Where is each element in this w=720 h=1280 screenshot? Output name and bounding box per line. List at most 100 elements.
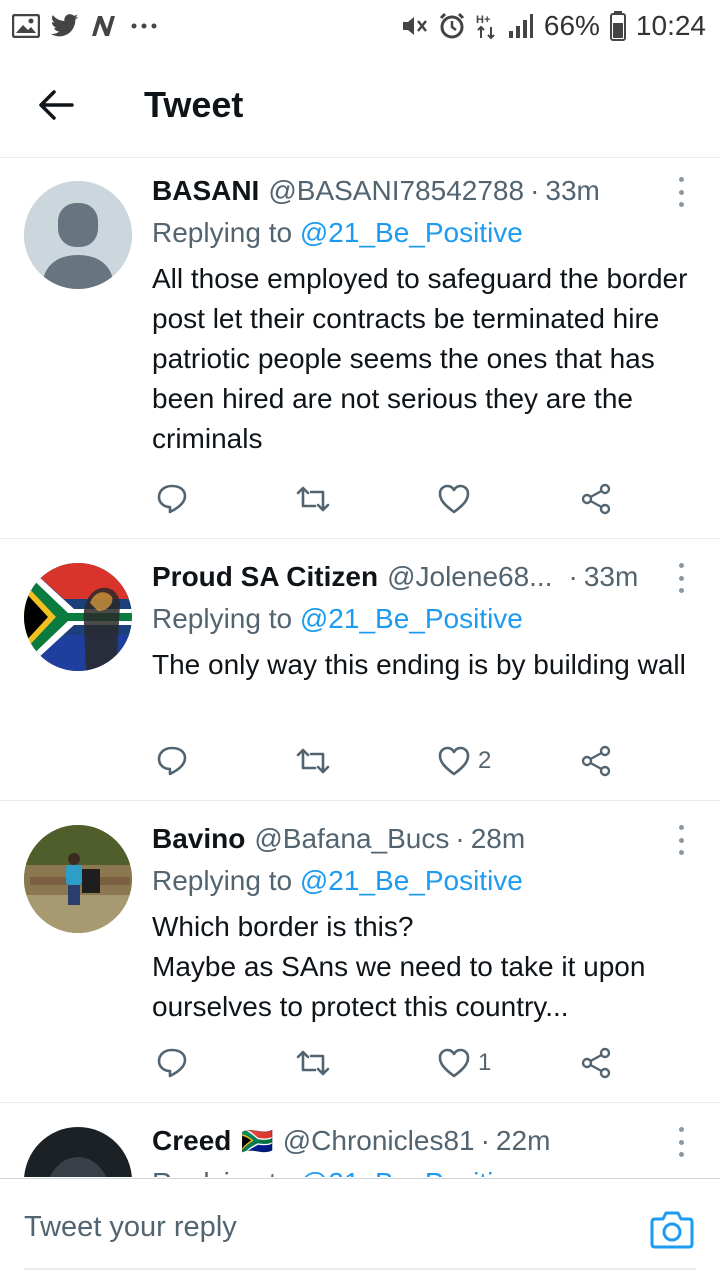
replies-feed[interactable]: BASANI @BASANI78542788 · 33m Replying to…: [0, 159, 720, 1177]
author-name[interactable]: Proud SA Citizen: [152, 561, 378, 593]
like-button[interactable]: [438, 484, 478, 514]
twitter-notification-icon: [50, 14, 80, 38]
share-button[interactable]: [580, 1047, 612, 1079]
reply-tweet[interactable]: Bavino @Bafana_Bucs · 28m Replying to @2…: [0, 801, 720, 1103]
tweet-actions: [152, 479, 622, 519]
like-count: 1: [478, 1049, 492, 1076]
retweet-icon: [296, 748, 330, 774]
timestamp[interactable]: 33m: [584, 561, 638, 593]
replying-to-label: Replying to: [152, 1167, 300, 1177]
retweet-button[interactable]: [296, 746, 330, 776]
top-app-bar: Tweet: [0, 52, 720, 158]
signal-icon: [508, 13, 534, 39]
tweet-actions: 1: [152, 1043, 622, 1083]
reply-tweet[interactable]: Proud SA Citizen @Jolene68... · 33m Repl…: [0, 539, 720, 801]
author-name[interactable]: Bavino: [152, 823, 245, 855]
replying-to: Replying to @21_Be_Positive: [152, 861, 696, 901]
share-icon: [581, 745, 611, 777]
flag-fist-avatar-image: [24, 563, 132, 671]
more-options-button[interactable]: [666, 177, 696, 207]
avatar[interactable]: [24, 825, 132, 933]
flag-emoji: 🇿🇦: [241, 1125, 274, 1156]
timestamp[interactable]: 22m: [496, 1125, 550, 1157]
default-profile-icon: [24, 181, 132, 289]
input-underline: [24, 1268, 696, 1270]
reply-tweet[interactable]: Creed 🇿🇦 @Chronicles81 · 22m Replying to…: [0, 1103, 720, 1177]
author-handle[interactable]: @Chronicles81: [283, 1125, 475, 1157]
clock: 10:24: [635, 10, 706, 41]
heart-icon: [438, 746, 470, 776]
svg-text:H+: H+: [476, 14, 490, 26]
author-handle[interactable]: @Bafana_Bucs: [254, 823, 449, 855]
replying-to-link[interactable]: @21_Be_Positive: [300, 217, 523, 248]
replying-to-label: Replying to: [152, 603, 300, 634]
mobile-data-icon: H+: [476, 12, 498, 40]
person-photo-avatar-image: [24, 825, 132, 933]
news-notification-icon: [90, 14, 120, 38]
arrow-left-icon: [39, 89, 74, 120]
reply-button[interactable]: [156, 745, 188, 777]
avatar[interactable]: [24, 1127, 132, 1177]
replying-to: Replying to @21_Be_Positive: [152, 1163, 696, 1177]
camera-icon: [650, 1211, 694, 1249]
replying-to-label: Replying to: [152, 865, 300, 896]
heart-icon: [438, 1048, 470, 1078]
reply-tweet[interactable]: BASANI @BASANI78542788 · 33m Replying to…: [0, 159, 720, 539]
tweet-text: Which border is this? Maybe as SAns we n…: [152, 911, 646, 1022]
avatar[interactable]: [24, 563, 132, 671]
battery-icon: [609, 11, 626, 41]
tweet-actions: 2: [152, 741, 622, 781]
share-icon: [581, 1047, 611, 1079]
battery-percent: 66%: [543, 10, 600, 41]
author-handle[interactable]: @BASANI78542788: [268, 175, 524, 207]
status-bar: H+ 66% 10:24: [0, 0, 720, 52]
reply-compose-bar: Tweet your reply: [0, 1178, 720, 1280]
alarm-icon: [438, 12, 466, 40]
gallery-notification-icon: [12, 14, 40, 38]
back-button[interactable]: [0, 52, 112, 158]
reply-icon: [157, 1048, 187, 1078]
more-notifications-icon: [130, 22, 158, 30]
dog-avatar-image: [24, 1127, 132, 1177]
replying-to-label: Replying to: [152, 217, 300, 248]
reply-input[interactable]: Tweet your reply: [24, 1211, 237, 1244]
replying-to-link[interactable]: @21_Be_Positive: [300, 865, 523, 896]
replying-to-link[interactable]: @21_Be_Positive: [300, 603, 523, 634]
more-options-button[interactable]: [666, 825, 696, 855]
separator-dot: ·: [568, 561, 578, 592]
reply-button[interactable]: [156, 1047, 188, 1079]
reply-button[interactable]: [156, 483, 188, 515]
author-handle[interactable]: @Jolene68...: [387, 561, 552, 593]
like-button[interactable]: 2: [438, 746, 491, 776]
share-button[interactable]: [580, 745, 612, 777]
share-button[interactable]: [580, 483, 612, 515]
more-options-button[interactable]: [666, 563, 696, 593]
like-count: 2: [478, 747, 492, 774]
timestamp[interactable]: 33m: [545, 175, 599, 207]
retweet-icon: [296, 1050, 330, 1076]
like-button[interactable]: 1: [438, 1048, 491, 1078]
heart-icon: [438, 484, 470, 514]
separator-dot: ·: [480, 1125, 490, 1156]
author-name[interactable]: BASANI: [152, 175, 259, 207]
tweet-text: All those employed to safeguard the bord…: [152, 263, 688, 454]
retweet-button[interactable]: [296, 484, 330, 514]
retweet-icon: [296, 486, 330, 512]
more-options-button[interactable]: [666, 1127, 696, 1157]
separator-dot: ·: [530, 175, 540, 206]
timestamp[interactable]: 28m: [471, 823, 525, 855]
mute-icon: [400, 13, 428, 39]
retweet-button[interactable]: [296, 1048, 330, 1078]
share-icon: [581, 483, 611, 515]
reply-icon: [157, 746, 187, 776]
tweet-text: The only way this ending is by building …: [152, 649, 686, 680]
camera-button[interactable]: [650, 1209, 694, 1249]
replying-to: Replying to @21_Be_Positive: [152, 213, 696, 253]
separator-dot: ·: [455, 823, 465, 854]
author-name[interactable]: Creed: [152, 1125, 231, 1157]
replying-to-link[interactable]: @21_Be_Positive: [300, 1167, 523, 1177]
replying-to: Replying to @21_Be_Positive: [152, 599, 696, 639]
avatar[interactable]: [24, 181, 132, 289]
reply-icon: [157, 484, 187, 514]
page-title: Tweet: [144, 83, 244, 125]
